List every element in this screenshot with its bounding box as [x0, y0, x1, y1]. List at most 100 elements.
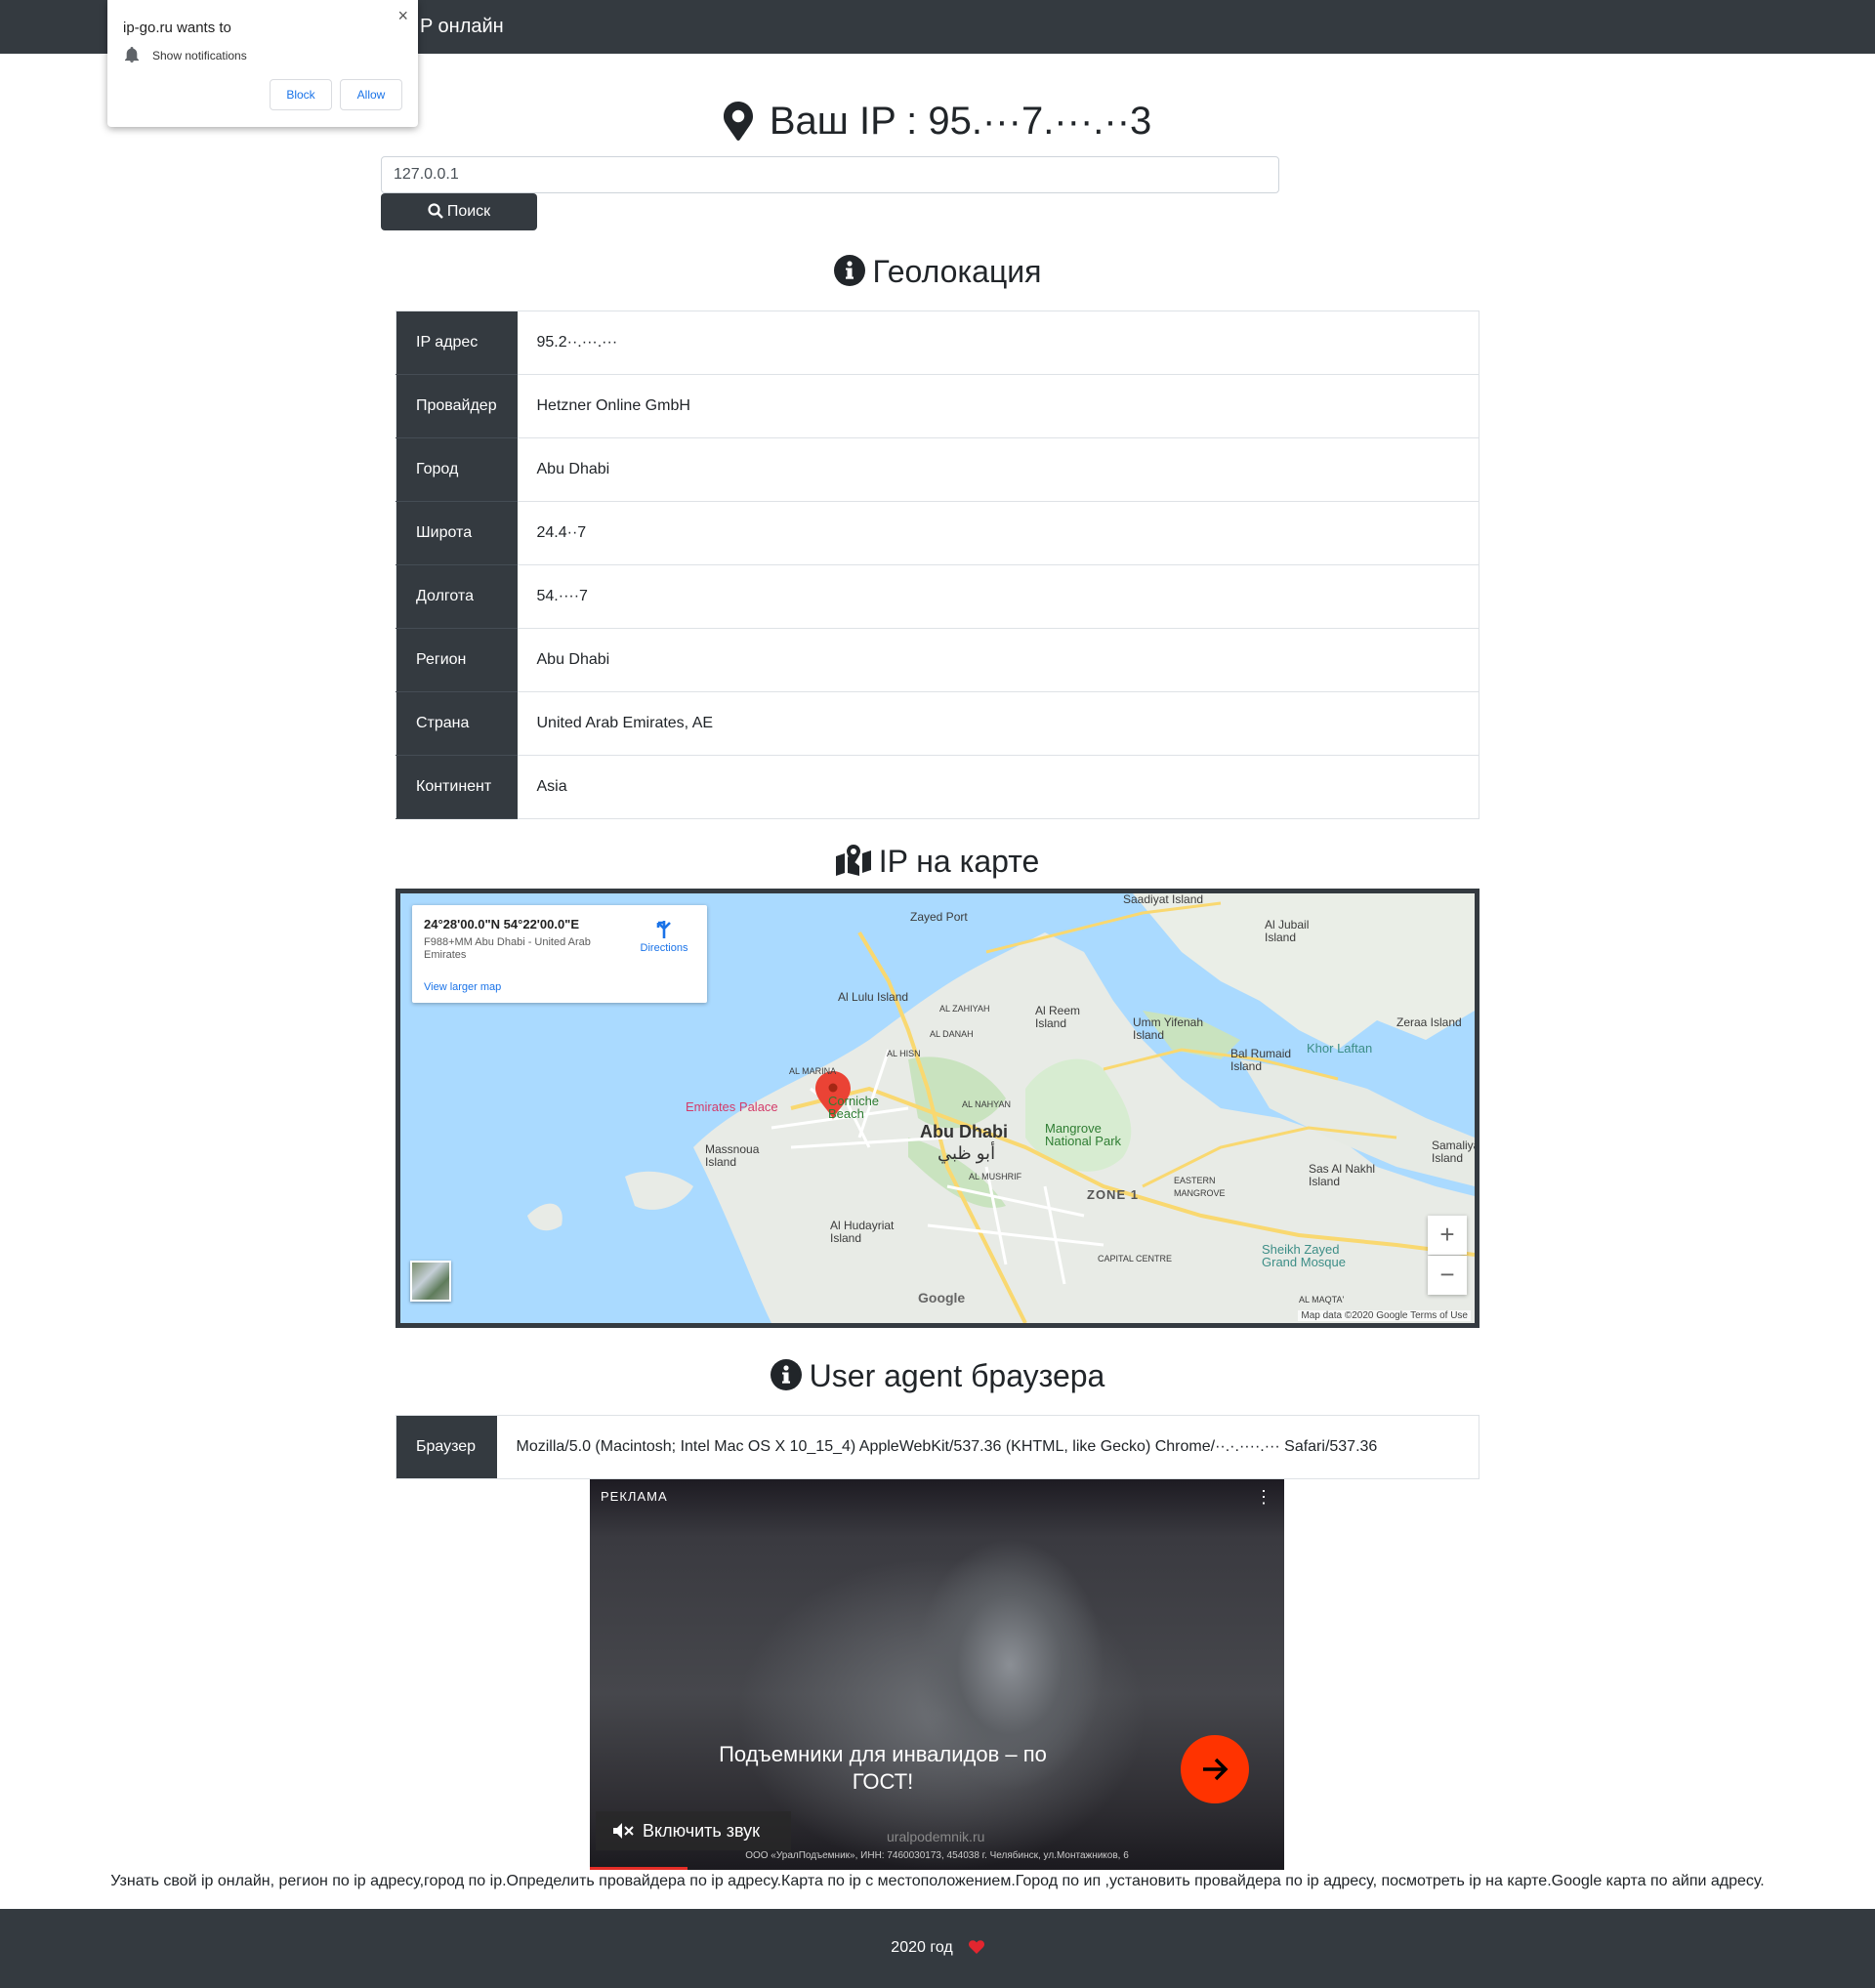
- table-row: Страна United Arab Emirates, AE: [396, 691, 1479, 756]
- geo-row-value: Abu Dhabi: [517, 437, 1479, 502]
- table-row: Регион Abu Dhabi: [396, 628, 1479, 692]
- map-marker-icon: [723, 102, 753, 142]
- ad-open-button[interactable]: [1181, 1735, 1249, 1803]
- map-label-hisn: AL HISN: [887, 1049, 921, 1058]
- map-label-zahiyah: AL ZAHIYAH: [939, 1004, 990, 1014]
- map-address: F988+MM Abu Dhabi - United Arab Emirates: [424, 936, 591, 961]
- map-label-zone1: ZONE 1: [1087, 1187, 1139, 1202]
- map-marked-icon: [835, 845, 871, 876]
- map-label-saadiyat: Saadiyat Island: [1123, 892, 1204, 906]
- map-label-grand-mosque: Sheikh Zayed Grand Mosque: [1262, 1242, 1346, 1269]
- geolocation-title-text: Геолокация: [872, 254, 1042, 289]
- ip-heading-text: Ваш IP : 95.···7.···.··3: [769, 99, 1152, 143]
- search-icon: [428, 203, 443, 219]
- permission-text: Show notifications: [152, 49, 247, 62]
- map-label-nahyan: AL NAHYAN: [962, 1099, 1012, 1109]
- search-button[interactable]: Поиск: [381, 193, 537, 230]
- ad-label: РЕКЛАМА: [601, 1489, 668, 1504]
- table-row: Долгота 54.····7: [396, 564, 1479, 629]
- user-agent-title-text: User agent браузера: [809, 1358, 1105, 1393]
- user-agent-title: User agent браузера: [0, 1358, 1875, 1394]
- user-agent-table: Браузер Mozilla/5.0 (Macintosh; Intel Ma…: [396, 1415, 1479, 1479]
- google-logo: Google: [918, 1290, 966, 1305]
- satellite-toggle[interactable]: [410, 1261, 451, 1302]
- geo-row-label: Долгота: [396, 564, 518, 629]
- map-label-capital-centre: CAPITAL CENTRE: [1098, 1254, 1173, 1263]
- table-row: Браузер Mozilla/5.0 (Macintosh; Intel Ma…: [396, 1415, 1479, 1479]
- zoom-out-button[interactable]: −: [1428, 1256, 1467, 1295]
- footer-year: 2020 год: [0, 1939, 1875, 1957]
- directions-label: Directions: [640, 942, 688, 954]
- map-coordinates: 24°28'00.0"N 54°22'00.0"E: [424, 917, 580, 932]
- map-label-danah: AL DANAH: [930, 1029, 974, 1039]
- ad-domain[interactable]: uralpodemnik.ru: [887, 1829, 984, 1844]
- map-label-rumaid: Bal Rumaid Island: [1230, 1047, 1292, 1073]
- ua-label: Браузер: [396, 1415, 497, 1479]
- map-label-emirates-palace: Emirates Palace: [686, 1099, 778, 1114]
- geo-row-value: Abu Dhabi: [517, 628, 1479, 692]
- table-row: IP адрес 95.2··.···.···: [396, 311, 1479, 375]
- close-icon[interactable]: ×: [397, 6, 408, 26]
- table-row: Широта 24.4··7: [396, 501, 1479, 565]
- ad-progress-bar: [590, 1867, 688, 1870]
- ad-headline: Подъемники для инвалидов – по ГОСТ!: [719, 1742, 1047, 1794]
- map-label-eastern-mangrove: EASTERN MANGROVE: [1174, 1176, 1226, 1198]
- ip-search-input[interactable]: [381, 156, 1279, 193]
- map-label-city: Abu Dhabi: [920, 1122, 1008, 1141]
- video-ad[interactable]: РЕКЛАМА ⋮ Подъемники для инвалидов – по …: [590, 1479, 1284, 1870]
- view-larger-map-link[interactable]: View larger map: [424, 981, 501, 993]
- geo-row-label: Город: [396, 437, 518, 502]
- map-label-mushrif: AL MUSHRIF: [969, 1172, 1022, 1181]
- ip-heading: Ваш IP : 95.···7.···.··3: [0, 98, 1875, 144]
- map-label-marina: AL MARINA: [789, 1066, 837, 1076]
- search-button-label: Поиск: [446, 203, 491, 220]
- map-label-jubail: Al Jubail Island: [1265, 918, 1310, 944]
- map-label-mangrove: Mangrove National Park: [1045, 1121, 1122, 1148]
- map-title-text: IP на карте: [878, 844, 1040, 879]
- map-label-hudayriat: Al Hudayriat Island: [830, 1219, 895, 1245]
- table-row: Континент Asia: [396, 755, 1479, 819]
- ua-value: Mozilla/5.0 (Macintosh; Intel Mac OS X 1…: [516, 1438, 1378, 1455]
- map-label-city-arabic: أبو ظبي: [938, 1143, 996, 1163]
- map-title: IP на карте: [0, 844, 1875, 880]
- google-map[interactable]: 24°28'00.0"N 54°22'00.0"E F988+MM Abu Dh…: [396, 889, 1479, 1328]
- info-circle-icon: [833, 255, 865, 286]
- map-label-reem: Al Reem Island: [1035, 1004, 1081, 1030]
- map-label-sas-al-nakhl: Sas Al Nakhl Island: [1309, 1162, 1376, 1188]
- geolocation-title: Геолокация: [0, 254, 1875, 290]
- map-label-massnoua: Massnoua Island: [705, 1142, 760, 1169]
- arrow-right-icon: [1203, 1758, 1229, 1781]
- more-options-icon[interactable]: ⋮: [1255, 1487, 1272, 1508]
- seo-description: Узнать свой ip онлайн, регион по ip адре…: [110, 1873, 1765, 1889]
- map-attribution[interactable]: Map data ©2020 Google Terms of Use: [1298, 1310, 1471, 1321]
- bell-icon: [125, 47, 139, 62]
- map-label-corniche: Corniche Beach: [828, 1094, 880, 1121]
- map-label-lulu: Al Lulu Island: [838, 990, 909, 1004]
- map-label-zeraa: Zeraa Island: [1396, 1015, 1462, 1029]
- geo-row-value: United Arab Emirates, AE: [517, 691, 1479, 756]
- geo-row-label: Страна: [396, 691, 518, 756]
- map-label-samaliya: Samaliya Island: [1432, 1139, 1479, 1165]
- geo-row-value: 95.2··.···.···: [517, 311, 1479, 375]
- map-label-umm: Umm Yifenah Island: [1133, 1015, 1204, 1042]
- map-label-khor-laftan: Khor Laftan: [1307, 1041, 1373, 1056]
- ad-legal-text: ООО «УралПодъемник», ИНН: 7460030173, 45…: [745, 1850, 1129, 1861]
- geo-row-value: 54.····7: [517, 564, 1479, 629]
- unmute-button[interactable]: Включить звук: [596, 1811, 791, 1850]
- navbar-brand[interactable]: P онлайн: [420, 16, 504, 38]
- directions-button[interactable]: Directions: [635, 919, 693, 954]
- geo-row-label: Широта: [396, 501, 518, 565]
- map-info-card: 24°28'00.0"N 54°22'00.0"E F988+MM Abu Dh…: [412, 905, 707, 1003]
- directions-icon: [656, 921, 671, 938]
- zoom-in-button[interactable]: +: [1428, 1216, 1467, 1255]
- table-row: Город Abu Dhabi: [396, 437, 1479, 502]
- popup-title: ip-go.ru wants to: [123, 20, 231, 36]
- footer: 2020 год: [0, 1909, 1875, 1988]
- table-row: Провайдер Hetzner Online GmbH: [396, 374, 1479, 438]
- geo-row-value: Hetzner Online GmbH: [517, 374, 1479, 438]
- geo-row-label: Регион: [396, 628, 518, 692]
- geo-row-value: Asia: [517, 755, 1479, 819]
- map-label-zayed-port: Zayed Port: [910, 910, 968, 924]
- geo-row-value: 24.4··7: [517, 501, 1479, 565]
- geo-row-label: Провайдер: [396, 374, 518, 438]
